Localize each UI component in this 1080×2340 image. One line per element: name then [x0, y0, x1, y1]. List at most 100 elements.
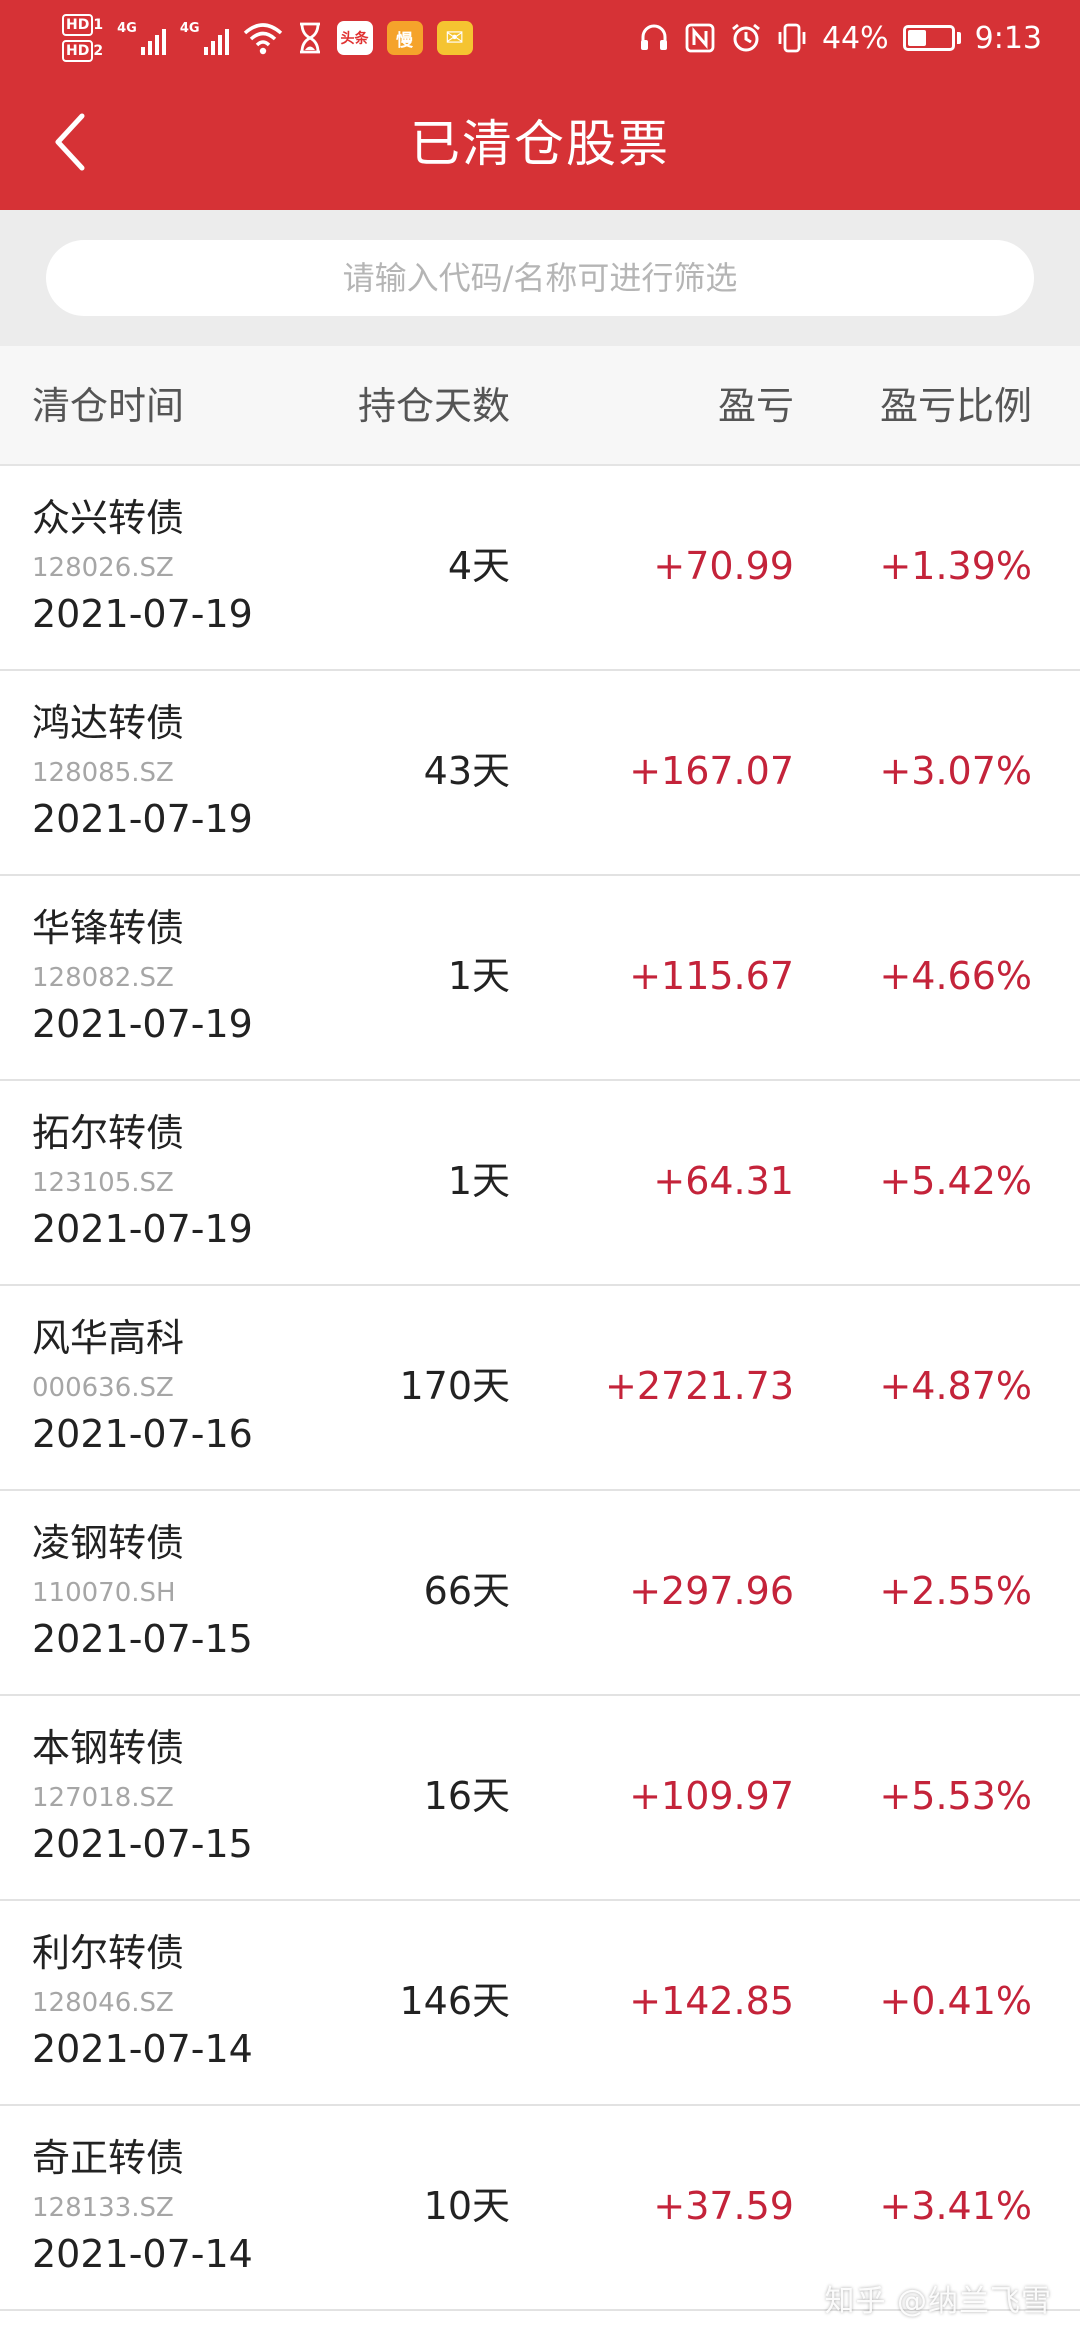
profit-loss: +37.59	[653, 2184, 794, 2228]
holding-days: 16天	[423, 1774, 510, 1818]
wifi-icon	[243, 23, 282, 55]
table-row[interactable]: 本钢转债 127018.SZ 2021-07-15 16天 +109.97 +5…	[0, 1696, 1080, 1901]
stock-name: 凌钢转债	[32, 1521, 185, 1565]
stock-name: 拓尔转债	[32, 1111, 185, 1155]
table-row[interactable]: 利尔转债 128046.SZ 2021-07-14 146天 +142.85 +…	[0, 1901, 1080, 2106]
holding-days: 4天	[447, 544, 510, 588]
hd-indicator-2: HD 2	[62, 39, 103, 63]
status-bar-left: HD 1 HD 2 4G 4G 头条 慢 ✉	[62, 8, 473, 68]
profit-loss-ratio: +5.42%	[879, 1159, 1032, 1203]
watermark: 知乎 @纳兰飞雪	[824, 2284, 1052, 2319]
profit-loss: +297.96	[629, 1569, 794, 1613]
stock-code: 128046.SZ	[32, 1988, 174, 2018]
clear-date: 2021-07-19	[32, 1002, 253, 1046]
profit-loss-ratio: +5.53%	[879, 1774, 1032, 1818]
table-row[interactable]: 拓尔转债 123105.SZ 2021-07-19 1天 +64.31 +5.4…	[0, 1081, 1080, 1286]
profit-loss-ratio: +3.07%	[879, 749, 1032, 793]
nav-bar: 已清仓股票	[0, 72, 1080, 210]
column-header-pnl[interactable]: 盈亏	[718, 382, 794, 430]
stock-code: 128085.SZ	[32, 758, 174, 788]
alarm-icon	[732, 23, 760, 52]
clear-date: 2021-07-16	[32, 1412, 253, 1456]
page-title: 已清仓股票	[410, 115, 670, 173]
network-type-1: 4G	[117, 21, 137, 36]
table-header: 清仓时间 持仓天数 盈亏 盈亏比例	[0, 346, 1080, 466]
hd-label-1: HD	[62, 14, 94, 36]
slow-app-icon: 慢	[386, 21, 423, 55]
table-row[interactable]: 凌钢转债 110070.SH 2021-07-15 66天 +297.96 +2…	[0, 1491, 1080, 1696]
headset-icon	[640, 24, 667, 50]
profit-loss-ratio: +4.87%	[879, 1364, 1032, 1408]
nfc-icon	[685, 23, 715, 53]
network-type-2: 4G	[179, 21, 200, 36]
stock-name: 风华高科	[32, 1316, 185, 1360]
table-row[interactable]: 鸿达转债 128085.SZ 2021-07-19 43天 +167.07 +3…	[0, 671, 1080, 876]
stock-code: 128133.SZ	[32, 2193, 174, 2223]
clear-date: 2021-07-14	[32, 2027, 253, 2071]
clear-date: 2021-07-15	[32, 1617, 253, 1661]
battery-percent: 44%	[821, 20, 889, 56]
profit-loss-ratio: +3.41%	[879, 2184, 1032, 2228]
holding-days: 146天	[399, 1979, 510, 2023]
stock-code: 127018.SZ	[32, 1783, 174, 1813]
vibrate-icon	[778, 23, 806, 53]
profit-loss-ratio: +0.41%	[879, 1979, 1032, 2023]
holding-days: 1天	[447, 1159, 510, 1203]
stock-name: 奇正转债	[32, 2136, 185, 2180]
holding-days: 10天	[423, 2184, 510, 2228]
clear-date: 2021-07-19	[32, 797, 253, 841]
holding-days: 1天	[447, 954, 510, 998]
hd-indicator-1: HD 1	[62, 13, 103, 37]
hourglass-icon	[299, 22, 320, 54]
table-row[interactable]: 华锋转债 128082.SZ 2021-07-19 1天 +115.67 +4.…	[0, 876, 1080, 1081]
cleared-stock-list: 众兴转债 128026.SZ 2021-07-19 4天 +70.99 +1.3…	[0, 466, 1080, 2311]
profit-loss-ratio: +2.55%	[879, 1569, 1032, 1613]
clear-date: 2021-07-19	[32, 592, 253, 636]
mail-icon: ✉	[436, 21, 473, 55]
status-bar-right: 44% 9:13	[638, 8, 1042, 68]
signal-icon-sim2: 4G	[180, 21, 229, 55]
stock-name: 众兴转债	[32, 496, 185, 540]
clear-date: 2021-07-19	[32, 1207, 253, 1251]
table-row[interactable]: 众兴转债 128026.SZ 2021-07-19 4天 +70.99 +1.3…	[0, 466, 1080, 671]
stock-name: 本钢转债	[32, 1726, 185, 1770]
hd-sub-1: 1	[93, 17, 104, 33]
holding-days: 66天	[423, 1569, 510, 1613]
toutiao-app-icon: 头条	[336, 21, 373, 55]
column-header-days[interactable]: 持仓天数	[358, 382, 510, 430]
column-header-time[interactable]: 清仓时间	[32, 382, 184, 430]
profit-loss-ratio: +4.66%	[879, 954, 1032, 998]
profit-loss: +167.07	[629, 749, 794, 793]
stock-code: 128082.SZ	[32, 963, 174, 993]
stock-code: 128026.SZ	[32, 553, 174, 583]
profit-loss: +109.97	[629, 1774, 794, 1818]
stock-name: 利尔转债	[32, 1931, 185, 1975]
battery-fill	[907, 30, 927, 46]
stock-name: 鸿达转债	[32, 701, 185, 745]
holding-days: 170天	[399, 1364, 510, 1408]
battery-icon	[902, 25, 961, 51]
signal-icon-sim1: 4G	[117, 21, 166, 55]
profit-loss: +64.31	[653, 1159, 794, 1203]
clock-time: 9:13	[974, 20, 1042, 56]
column-header-ratio[interactable]: 盈亏比例	[880, 382, 1032, 430]
stock-name: 华锋转债	[32, 906, 185, 950]
profit-loss-ratio: +1.39%	[879, 544, 1032, 588]
stock-code: 000636.SZ	[32, 1373, 174, 1403]
search-input[interactable]	[46, 240, 1034, 316]
app-header: HD 1 HD 2 4G 4G 头条 慢 ✉ 44% 9:13 已清仓股票	[0, 0, 1080, 210]
hd-sub-2: 2	[93, 43, 104, 59]
stock-code: 110070.SH	[32, 1578, 176, 1608]
hd-indicators: HD 1 HD 2	[62, 13, 103, 63]
profit-loss: +70.99	[653, 544, 794, 588]
table-row[interactable]: 风华高科 000636.SZ 2021-07-16 170天 +2721.73 …	[0, 1286, 1080, 1491]
profit-loss: +142.85	[629, 1979, 794, 2023]
stock-code: 123105.SZ	[32, 1168, 174, 1198]
profit-loss: +115.67	[629, 954, 794, 998]
search-bar	[0, 210, 1080, 346]
clear-date: 2021-07-14	[32, 2232, 253, 2276]
status-bar: HD 1 HD 2 4G 4G 头条 慢 ✉ 44% 9:13	[0, 0, 1080, 72]
profit-loss: +2721.73	[605, 1364, 794, 1408]
hd-label-2: HD	[62, 40, 94, 62]
holding-days: 43天	[423, 749, 510, 793]
